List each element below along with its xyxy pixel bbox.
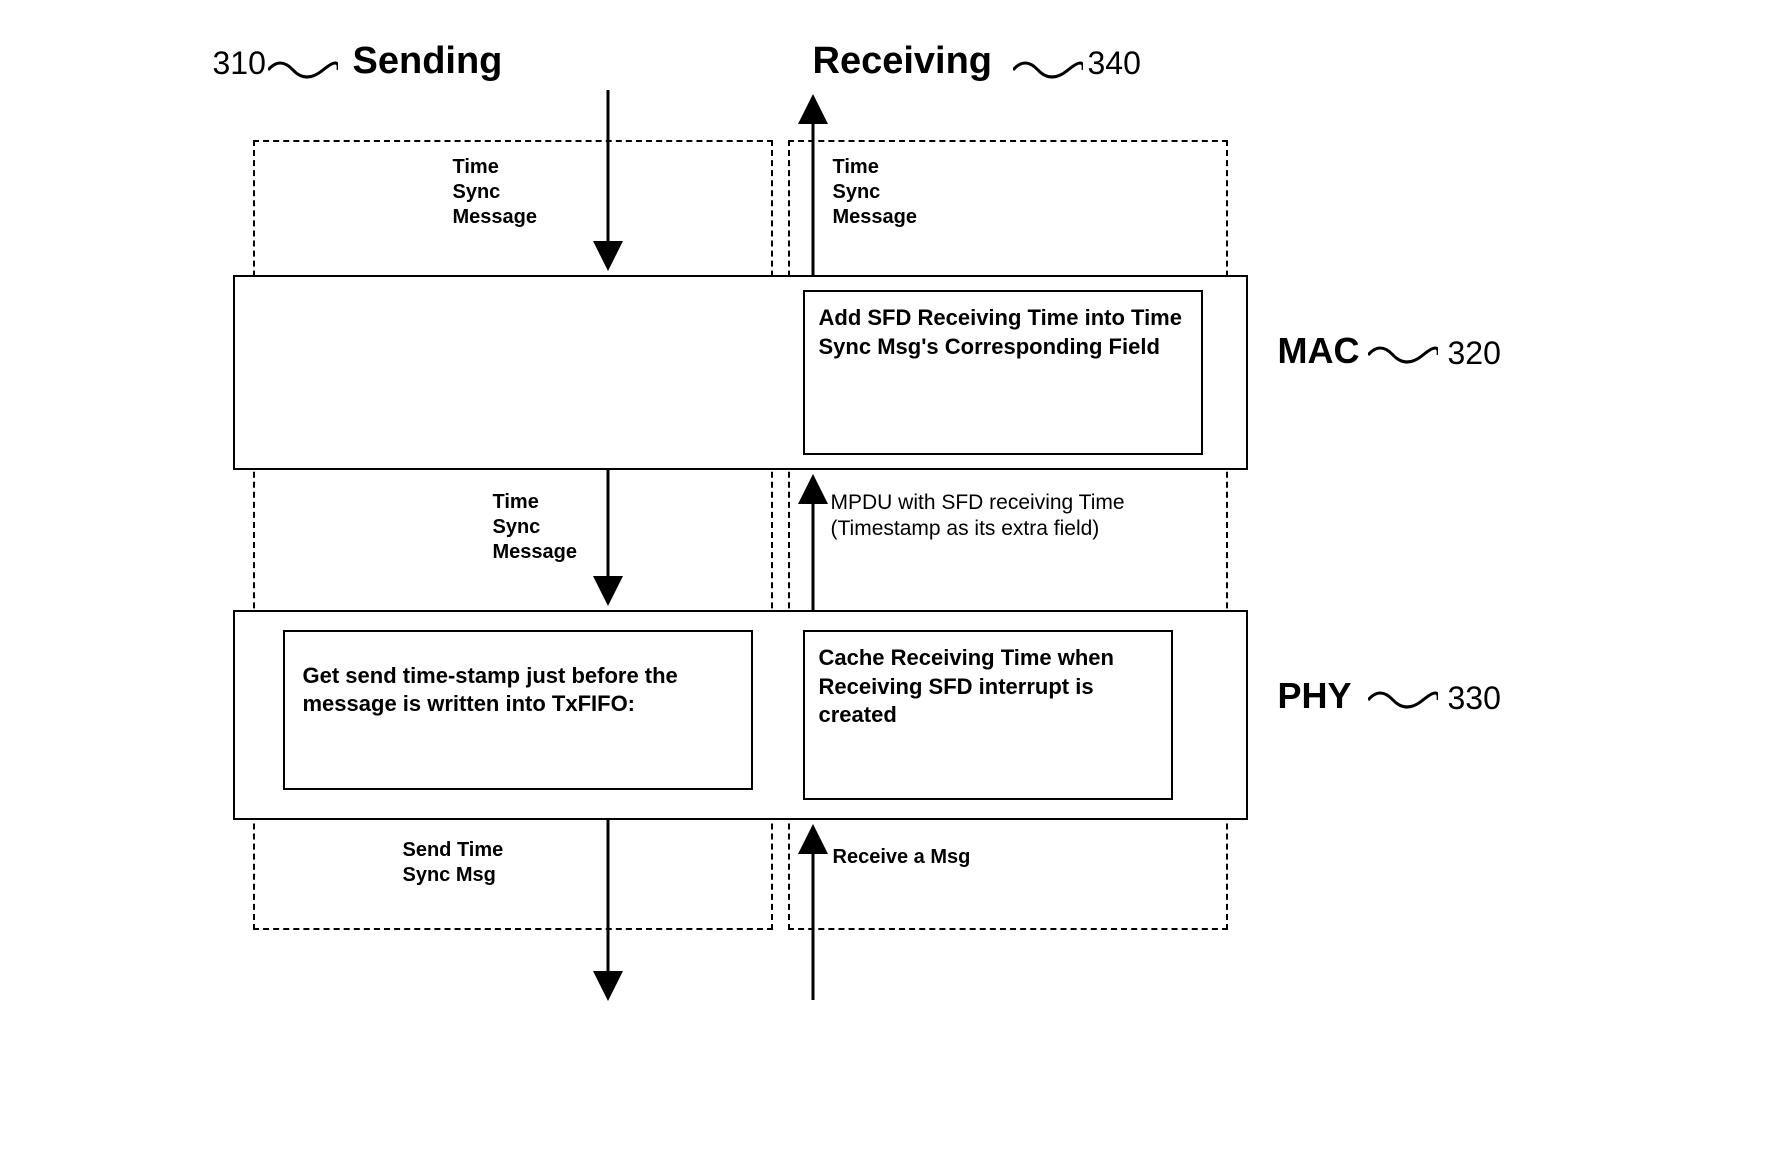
time-sync-diagram: 310 Sending Receiving 340 Add SFD Receiv… — [193, 40, 1593, 1040]
arrows-overlay — [193, 40, 1593, 1040]
